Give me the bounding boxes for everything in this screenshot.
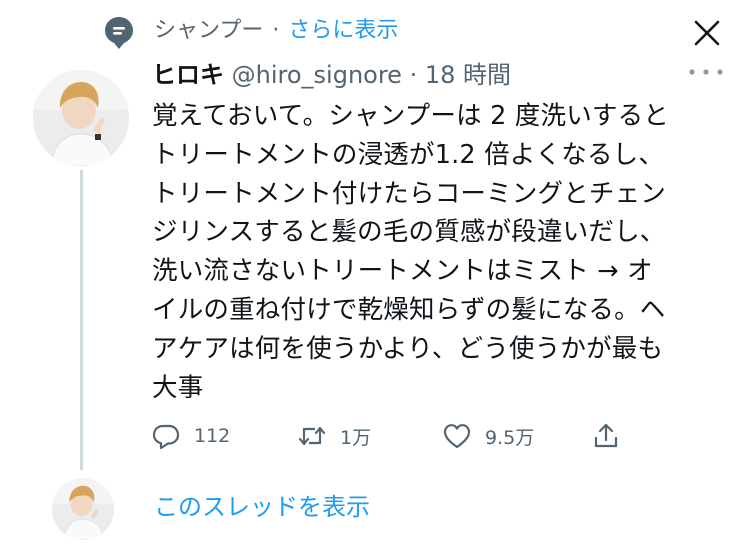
like-icon xyxy=(443,424,471,449)
tweet-timestamp[interactable]: 18 時間 xyxy=(425,61,511,89)
tweet-text: 覚えておいて。シャンプーは 2 度洗いすると トリートメントの浸透が1.2 倍よ… xyxy=(152,97,742,407)
reply-button[interactable]: 112 xyxy=(152,418,230,454)
tweet-text-line: ジリンスすると髪の毛の質感が段違いだし、 xyxy=(152,217,666,248)
time-separator: · xyxy=(409,61,418,89)
retweet-icon xyxy=(298,426,326,446)
tweet-text-line: アケアは何を使うかより、どう使うかが最も xyxy=(152,333,664,364)
tweet-text-line: トリートメントの浸透が1.2 倍よくなるし、 xyxy=(152,139,665,170)
tweet-header: ヒロキ @hiro_signore · 18 時間 xyxy=(152,60,511,90)
retweet-button[interactable]: 1万 xyxy=(298,418,371,454)
author-name[interactable]: ヒロキ xyxy=(152,61,224,89)
reply-count: 112 xyxy=(194,425,231,447)
retweet-count: 1万 xyxy=(340,426,372,449)
tweet-text-line: 覚えておいて。シャンプーは 2 度洗いすると xyxy=(152,101,670,131)
author-avatar[interactable] xyxy=(33,70,129,166)
more-icon[interactable] xyxy=(686,62,726,82)
tweet-text-line: 大事 xyxy=(152,372,204,403)
tweet-text-line: トリートメント付けたらコーミングとチェン xyxy=(152,178,667,209)
like-button[interactable]: 9.5万 xyxy=(443,418,534,454)
thread-author-avatar[interactable] xyxy=(52,478,114,540)
close-icon[interactable] xyxy=(690,16,724,50)
thread-connector-line xyxy=(80,170,83,470)
like-count: 9.5万 xyxy=(485,426,535,449)
topic-name[interactable]: シャンプー xyxy=(154,18,263,43)
show-thread-link[interactable]: このスレッドを表示 xyxy=(154,490,370,524)
topic-show-more-link[interactable]: さらに表示 xyxy=(288,18,398,43)
tweet-text-line: 洗い流さないトリートメントはミスト → オ xyxy=(152,256,653,287)
tweet-text-line: イルの重ね付けで乾燥知らずの髪になる。ヘ xyxy=(152,294,666,325)
author-handle[interactable]: @hiro_signore xyxy=(232,61,402,89)
topic-header: シャンプー · さらに表示 xyxy=(0,0,750,66)
share-button[interactable] xyxy=(592,418,620,454)
reply-icon xyxy=(152,424,180,450)
share-icon xyxy=(594,423,618,448)
topic-separator: · xyxy=(272,18,280,43)
topic-icon xyxy=(105,17,133,49)
tweet-actions: 112 1万 9.5万 xyxy=(152,418,632,454)
topic-label: シャンプー · さらに表示 xyxy=(154,16,398,46)
